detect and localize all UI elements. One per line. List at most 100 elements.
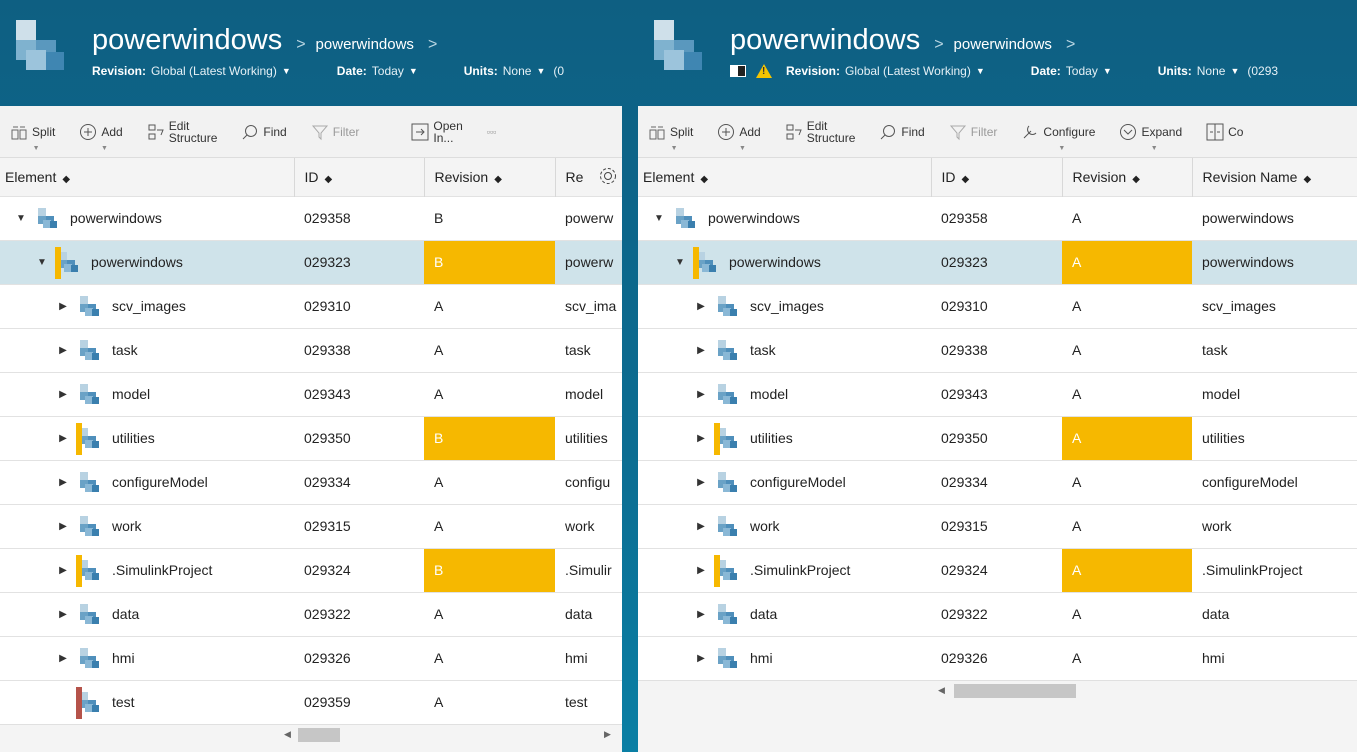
expand-arrow-icon[interactable]: ▶ (694, 389, 708, 400)
element-cell[interactable]: ▶ work (0, 503, 294, 548)
collapse-arrow-icon[interactable]: ▼ (35, 257, 49, 268)
collapse-arrow-icon[interactable]: ▼ (14, 213, 28, 224)
scroll-left-icon[interactable]: ◀ (284, 729, 291, 740)
expand-arrow-icon[interactable]: ▶ (56, 345, 70, 356)
element-cell[interactable]: ▶ model (0, 371, 294, 416)
table-row[interactable]: ▶ .SimulinkProject 029324 B .Simulir (0, 547, 622, 592)
breadcrumb-item[interactable]: powerwindows (954, 36, 1052, 53)
element-cell[interactable]: ▶ data (638, 591, 931, 636)
horizontal-scrollbar[interactable]: ◀ ▶ (0, 723, 622, 744)
element-cell[interactable]: ▶ hmi (638, 635, 931, 680)
split-button[interactable]: Split ▼ (10, 123, 55, 152)
column-header-revision[interactable]: Revision ◆ (1061, 158, 1192, 196)
expand-arrow-icon[interactable]: ▶ (56, 609, 70, 620)
expand-arrow-icon[interactable]: ▶ (56, 477, 70, 488)
edit-structure-button[interactable]: Edit Structure (147, 120, 217, 144)
collapse-arrow-icon[interactable]: ▼ (652, 213, 666, 224)
element-cell[interactable]: ▶ configureModel (0, 459, 294, 504)
table-row[interactable]: ▶ model 029343 Amodel (0, 371, 622, 416)
element-cell[interactable]: ▼ powerwindows (0, 195, 294, 240)
revision-selector[interactable]: Revision: Global (Latest Working) ▼ (92, 64, 291, 78)
expand-arrow-icon[interactable]: ▶ (694, 653, 708, 664)
table-row[interactable]: ▼ powerwindows 029323 Bpowerw (0, 239, 622, 284)
column-header-element[interactable]: Element ◆ (638, 158, 931, 196)
breadcrumb-item[interactable]: powerwindows (316, 36, 414, 53)
more-options-button[interactable]: ▫▫▫ (487, 127, 497, 137)
open-in-button[interactable]: Open In... (411, 120, 463, 144)
expand-arrow-icon[interactable]: ▶ (56, 433, 70, 444)
element-cell[interactable]: ▶ task (0, 327, 294, 372)
element-cell[interactable]: ▶ utilities (638, 415, 931, 460)
table-row[interactable]: ▶ hmi 029326 Ahmi (0, 635, 622, 680)
expand-arrow-icon[interactable]: ▶ (694, 521, 708, 532)
element-cell[interactable]: ▶ data (0, 591, 294, 636)
element-cell[interactable]: ▶ scv_images (638, 283, 931, 328)
date-selector[interactable]: Date: Today ▼ (337, 64, 418, 78)
expand-arrow-icon[interactable]: ▶ (694, 609, 708, 620)
checkered-flag-icon[interactable] (730, 65, 746, 77)
element-cell[interactable]: ▶ model (638, 371, 931, 416)
table-row[interactable]: ▶ model 029343 Amodel (638, 371, 1357, 416)
column-header-id[interactable]: ID ◆ (930, 158, 1062, 196)
expand-button[interactable]: Expand ▼ (1119, 123, 1182, 152)
element-cell[interactable]: ▶ utilities (0, 415, 294, 460)
column-header-id[interactable]: ID ◆ (293, 158, 424, 196)
date-selector[interactable]: Date: Today ▼ (1031, 64, 1112, 78)
element-cell[interactable]: ▶ scv_images (0, 283, 294, 328)
find-button[interactable]: Find (241, 123, 287, 141)
expand-arrow-icon[interactable]: ▶ (56, 521, 70, 532)
element-cell[interactable]: ▶ configureModel (638, 459, 931, 504)
table-row[interactable]: ▶ hmi 029326 Ahmi (638, 635, 1357, 680)
collapse-arrow-icon[interactable]: ▼ (673, 257, 687, 268)
units-selector[interactable]: Units: None ▼ (0 (464, 64, 564, 78)
expand-arrow-icon[interactable]: ▶ (56, 565, 70, 576)
expand-arrow-icon[interactable]: ▶ (694, 565, 708, 576)
element-cell[interactable]: ▼ powerwindows (638, 239, 931, 284)
table-row[interactable]: ▶ work 029315 Awork (0, 503, 622, 548)
table-row[interactable]: ▶ configureModel 029334 Aconfigu (0, 459, 622, 504)
element-cell[interactable]: ▶ work (638, 503, 931, 548)
expand-arrow-icon[interactable]: ▶ (56, 653, 70, 664)
column-header-element[interactable]: Element ◆ (0, 158, 294, 196)
element-cell[interactable]: ▼ powerwindows (0, 239, 294, 284)
column-header-revision[interactable]: Revision ◆ (423, 158, 555, 196)
scrollbar-thumb[interactable] (298, 727, 340, 742)
project-title[interactable]: powerwindows (730, 24, 920, 57)
scroll-left-icon[interactable]: ◀ (938, 685, 945, 696)
table-row[interactable]: ▼ powerwindows 029358 Apowerwindows (638, 195, 1357, 240)
edit-structure-button[interactable]: Edit Structure (785, 120, 855, 144)
gear-icon[interactable] (598, 166, 618, 186)
element-cell[interactable]: ▶ .SimulinkProject (0, 547, 294, 592)
warning-icon[interactable] (756, 64, 772, 78)
expand-arrow-icon[interactable]: ▶ (694, 345, 708, 356)
table-row[interactable]: ▶ configureModel 029334 AconfigureModel (638, 459, 1357, 504)
expand-arrow-icon[interactable]: ▶ (56, 301, 70, 312)
filter-button[interactable]: Filter (311, 123, 359, 141)
element-cell[interactable]: ▶ task (638, 327, 931, 372)
table-row[interactable]: ▶ utilities 029350 Autilities (638, 415, 1357, 460)
table-row[interactable]: ▼ powerwindows 029358 Bpowerw (0, 195, 622, 240)
expand-arrow-icon[interactable]: ▶ (694, 477, 708, 488)
element-cell[interactable]: ▶ hmi (0, 635, 294, 680)
table-row[interactable]: ▶ data 029322 Adata (638, 591, 1357, 636)
table-row[interactable]: ▶ work 029315 Awork (638, 503, 1357, 548)
horizontal-scrollbar[interactable]: ◀ (638, 679, 1357, 700)
find-button[interactable]: Find (879, 123, 925, 141)
split-button[interactable]: Split ▼ (648, 123, 693, 152)
compare-button[interactable]: Co (1206, 123, 1243, 141)
table-row[interactable]: ▶ utilities 029350 Butilities (0, 415, 622, 460)
table-row[interactable]: ▶ .SimulinkProject 029324 A .SimulinkProject (638, 547, 1357, 592)
element-cell[interactable]: test (0, 679, 294, 724)
units-selector[interactable]: Units: None ▼ (0293 (1158, 64, 1278, 78)
expand-arrow-icon[interactable]: ▶ (694, 301, 708, 312)
scrollbar-thumb[interactable] (954, 683, 1076, 698)
filter-button[interactable]: Filter (949, 123, 997, 141)
element-cell[interactable]: ▶ .SimulinkProject (638, 547, 931, 592)
table-row[interactable]: ▶ data 029322 Adata (0, 591, 622, 636)
table-row[interactable]: ▼ powerwindows 029323 Apowerwindows (638, 239, 1357, 284)
table-row[interactable]: ▶ scv_images 029310 Ascv_images (638, 283, 1357, 328)
add-button[interactable]: Add ▼ (717, 123, 761, 152)
table-row[interactable]: test 029359 Atest (0, 679, 622, 724)
expand-arrow-icon[interactable]: ▶ (56, 389, 70, 400)
table-row[interactable]: ▶ task 029338 Atask (638, 327, 1357, 372)
